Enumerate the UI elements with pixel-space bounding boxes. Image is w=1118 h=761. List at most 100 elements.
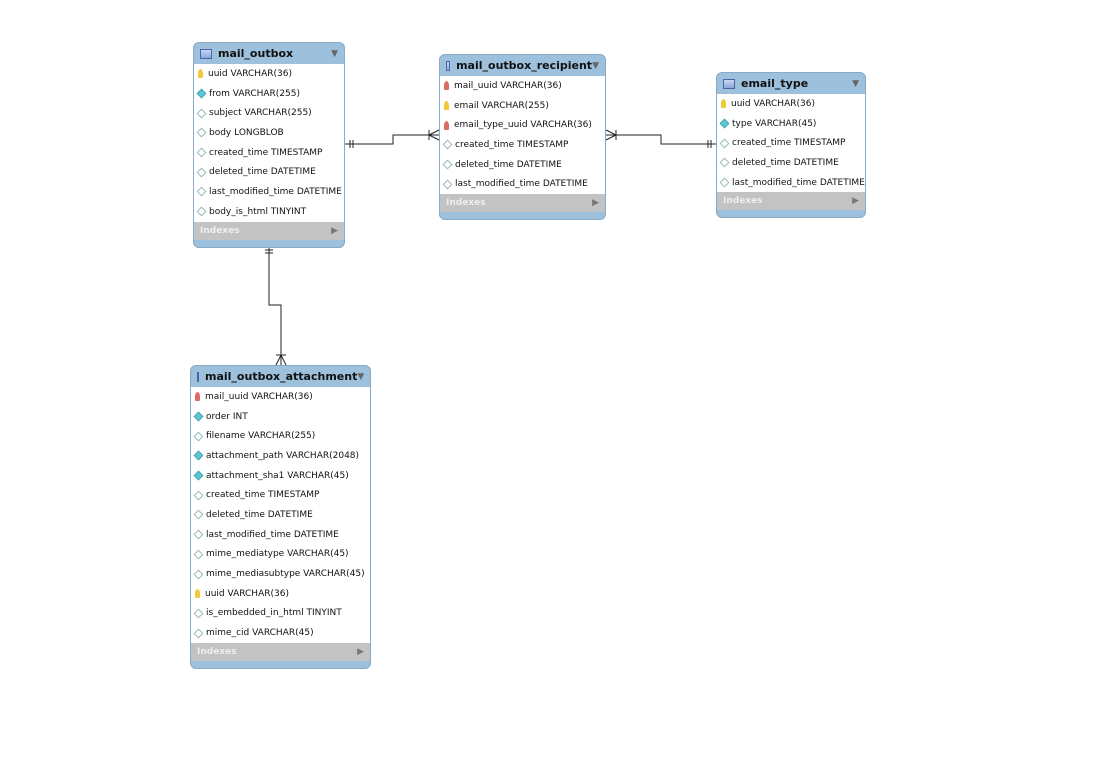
indexes-section[interactable]: Indexes ▶ (440, 194, 605, 213)
column-row[interactable]: mail_uuid VARCHAR(36) (440, 76, 605, 96)
column-row[interactable]: body_is_html TINYINT (194, 202, 344, 222)
nullable-column-icon (196, 147, 207, 158)
not-null-column-icon (719, 118, 730, 129)
not-null-column-icon (193, 450, 204, 461)
column-row[interactable]: created_time TIMESTAMP (717, 133, 865, 153)
rel-outbox-recipient[interactable] (345, 129, 440, 148)
table-mail-outbox-attachment[interactable]: mail_outbox_attachment ▼ mail_uuid VARCHAR… (190, 365, 371, 669)
column-row[interactable]: deleted_time DATETIME (194, 162, 344, 182)
nullable-column-icon (193, 431, 204, 442)
indexes-section[interactable]: Indexes ▶ (194, 221, 344, 240)
column-row[interactable]: email_type_uuid VARCHAR(36) (440, 115, 605, 135)
collapse-arrow-icon[interactable]: ▼ (852, 79, 859, 89)
column-text: last_modified_time DATETIME (209, 186, 342, 197)
column-row[interactable]: last_modified_time DATETIME (440, 174, 605, 194)
nullable-column-icon (442, 159, 453, 170)
column-row[interactable]: mime_cid VARCHAR(45) (191, 623, 370, 643)
column-row[interactable]: mime_mediasubtype VARCHAR(45) (191, 564, 370, 584)
column-row[interactable]: order INT (191, 407, 370, 427)
not-null-column-icon (193, 470, 204, 481)
column-text: email_type_uuid VARCHAR(36) (454, 120, 592, 131)
column-row[interactable]: filename VARCHAR(255) (191, 426, 370, 446)
table-footer (440, 212, 605, 219)
primary-key-icon (444, 101, 449, 111)
column-row[interactable]: deleted_time DATETIME (191, 505, 370, 525)
foreign-key-icon (195, 392, 200, 402)
column-row[interactable]: uuid VARCHAR(36) (194, 64, 344, 84)
expand-arrow-icon[interactable]: ▶ (357, 647, 364, 657)
collapse-arrow-icon[interactable]: ▼ (357, 372, 364, 382)
column-text: filename VARCHAR(255) (206, 431, 316, 442)
table-email-type[interactable]: email_type ▼ uuid VARCHAR(36) type VARCHAR(… (716, 72, 866, 219)
table-icon (723, 78, 735, 89)
column-row[interactable]: attachment_sha1 VARCHAR(45) (191, 466, 370, 486)
indexes-label: Indexes (200, 225, 240, 236)
table-header[interactable]: mail_outbox ▼ (194, 43, 344, 64)
column-text: mail_uuid VARCHAR(36) (454, 80, 562, 91)
column-row[interactable]: uuid VARCHAR(36) (717, 94, 865, 114)
table-name: mail_outbox (218, 47, 294, 60)
column-text: mail_uuid VARCHAR(36) (205, 391, 313, 402)
column-text: created_time TIMESTAMP (455, 139, 569, 150)
column-row[interactable]: attachment_path VARCHAR(2048) (191, 446, 370, 466)
column-row[interactable]: uuid VARCHAR(36) (191, 584, 370, 604)
column-row[interactable]: created_time TIMESTAMP (194, 143, 344, 163)
column-row[interactable]: last_modified_time DATETIME (191, 525, 370, 545)
column-text: last_modified_time DATETIME (732, 177, 865, 188)
nullable-column-icon (719, 177, 730, 188)
column-row[interactable]: subject VARCHAR(255) (194, 103, 344, 123)
column-row[interactable]: type VARCHAR(45) (717, 114, 865, 134)
column-text: created_time TIMESTAMP (206, 490, 320, 501)
table-mail-outbox[interactable]: mail_outbox ▼ uuid VARCHAR(36) from VARCHAR… (193, 42, 345, 248)
column-text: uuid VARCHAR(36) (731, 98, 815, 109)
column-row[interactable]: deleted_time DATETIME (717, 153, 865, 173)
nullable-column-icon (196, 206, 207, 217)
column-text: email VARCHAR(255) (454, 100, 549, 111)
column-row[interactable]: created_time TIMESTAMP (440, 135, 605, 155)
column-row[interactable]: is_embedded_in_html TINYINT (191, 604, 370, 624)
column-row[interactable]: body LONGBLOB (194, 123, 344, 143)
expand-arrow-icon[interactable]: ▶ (592, 198, 599, 208)
rel-emailtype-recipient[interactable] (605, 129, 716, 148)
column-row[interactable]: deleted_time DATETIME (440, 155, 605, 175)
column-row[interactable]: last_modified_time DATETIME (194, 182, 344, 202)
column-text: deleted_time DATETIME (732, 157, 839, 168)
indexes-section[interactable]: Indexes ▶ (717, 192, 865, 211)
column-text: deleted_time DATETIME (206, 509, 313, 520)
column-text: uuid VARCHAR(36) (208, 68, 292, 79)
nullable-column-icon (193, 510, 204, 520)
nullable-column-icon (196, 167, 207, 178)
expand-arrow-icon[interactable]: ▶ (852, 196, 859, 206)
nullable-column-icon (193, 569, 204, 579)
column-text: body LONGBLOB (209, 127, 284, 138)
nullable-column-icon (193, 529, 204, 540)
collapse-arrow-icon[interactable]: ▼ (331, 49, 338, 59)
primary-key-icon (721, 99, 726, 109)
column-text: body_is_html TINYINT (209, 206, 307, 217)
nullable-column-icon (196, 127, 207, 138)
column-row[interactable]: mail_uuid VARCHAR(36) (191, 387, 370, 407)
table-name: mail_outbox_recipient (456, 59, 593, 72)
not-null-column-icon (193, 411, 204, 422)
table-header[interactable]: mail_outbox_attachment ▼ (191, 366, 370, 387)
foreign-key-icon (444, 81, 449, 91)
column-text: uuid VARCHAR(36) (205, 588, 289, 599)
table-mail-outbox-recipient[interactable]: mail_outbox_recipient ▼ mail_uuid VARCHAR(… (439, 54, 606, 221)
column-row[interactable]: email VARCHAR(255) (440, 96, 605, 116)
column-row[interactable]: created_time TIMESTAMP (191, 485, 370, 505)
indexes-label: Indexes (723, 196, 763, 207)
column-text: from VARCHAR(255) (209, 88, 301, 99)
indexes-section[interactable]: Indexes ▶ (191, 642, 370, 661)
table-header[interactable]: mail_outbox_recipient ▼ (440, 55, 605, 76)
nullable-column-icon (193, 608, 204, 619)
table-header[interactable]: email_type ▼ (717, 73, 865, 94)
expand-arrow-icon[interactable]: ▶ (331, 226, 338, 236)
rel-outbox-attachment[interactable] (265, 245, 287, 366)
column-row[interactable]: mime_mediatype VARCHAR(45) (191, 545, 370, 565)
column-row[interactable]: last_modified_time DATETIME (717, 173, 865, 193)
table-icon (200, 48, 212, 59)
collapse-arrow-icon[interactable]: ▼ (592, 61, 599, 71)
table-icon (197, 371, 199, 382)
table-footer (191, 661, 370, 668)
column-row[interactable]: from VARCHAR(255) (194, 84, 344, 104)
